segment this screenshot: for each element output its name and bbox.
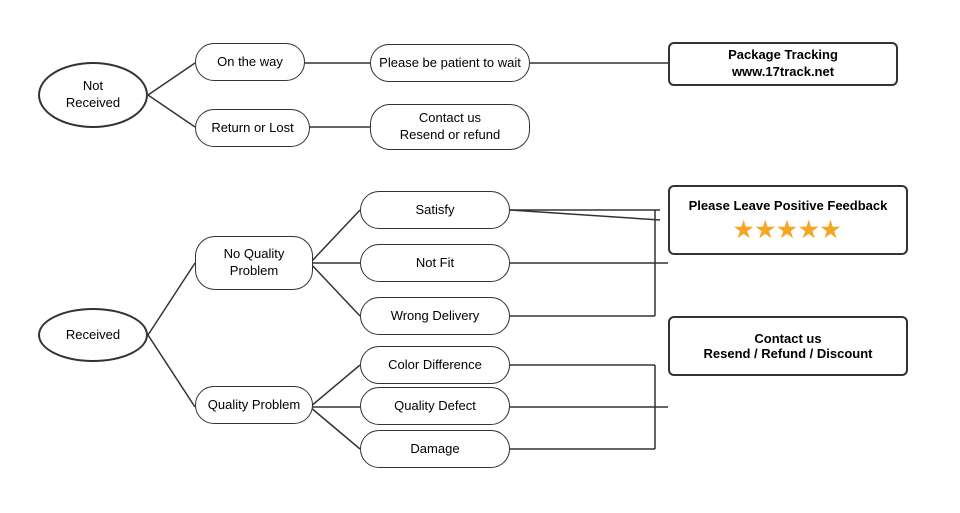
stars: ★★★★★ [734, 217, 843, 243]
no-quality-problem-node: No Quality Problem [195, 236, 313, 290]
contact-resend-refund-node: Contact us Resend or refund [370, 104, 530, 150]
damage-node: Damage [360, 430, 510, 468]
quality-problem-node: Quality Problem [195, 386, 313, 424]
received-node: Received [38, 308, 148, 362]
wrong-delivery-node: Wrong Delivery [360, 297, 510, 335]
not-fit-node: Not Fit [360, 244, 510, 282]
feedback-box: Please Leave Positive Feedback ★★★★★ [668, 185, 908, 255]
not-received-node: Not Received [38, 62, 148, 128]
on-the-way-node: On the way [195, 43, 305, 81]
return-or-lost-node: Return or Lost [195, 109, 310, 147]
patient-node: Please be patient to wait [370, 44, 530, 82]
color-difference-node: Color Difference [360, 346, 510, 384]
quality-defect-node: Quality Defect [360, 387, 510, 425]
satisfy-node: Satisfy [360, 191, 510, 229]
package-tracking-node: Package Tracking www.17track.net [668, 42, 898, 86]
contact-resend-refund-discount-box: Contact us Resend / Refund / Discount [668, 316, 908, 376]
diagram: Not Received On the way Return or Lost P… [0, 0, 960, 513]
